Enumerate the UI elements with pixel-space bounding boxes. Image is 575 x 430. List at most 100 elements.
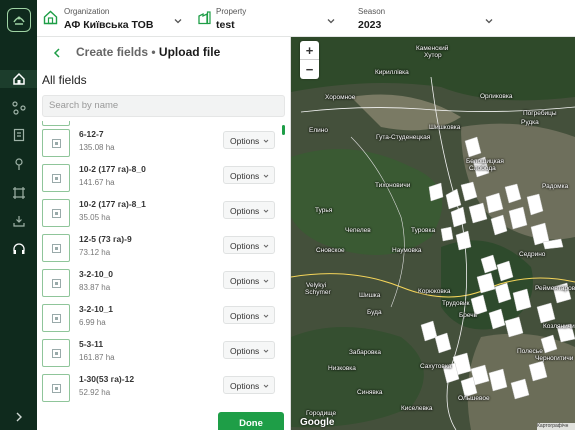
top-bar: Organization АФ Київська ТОВ Property te… <box>37 0 575 37</box>
map-place-label: Радомка <box>542 183 569 190</box>
map-place-label: Седрино <box>519 251 546 258</box>
property-value: test <box>216 19 235 31</box>
list-scrollbar[interactable] <box>282 125 285 135</box>
list-item[interactable]: 12-5 (73 га)-9 73.12 ha Options <box>37 234 290 269</box>
field-area: 52.92 ha <box>79 388 111 397</box>
nav-location-icon[interactable] <box>10 155 27 172</box>
list-item[interactable]: 6-12-7 135.08 ha Options <box>37 129 290 164</box>
field-shape-icon <box>51 278 61 288</box>
map-place-label: Киселевка <box>401 405 433 412</box>
map-place-label: Забаровка <box>349 349 382 356</box>
map-place-label: Белошицкая <box>466 158 504 165</box>
field-thumbnail <box>42 269 70 297</box>
season-value: 2023 <box>358 19 382 31</box>
map-place-label: Трудовик <box>442 300 470 307</box>
chevron-down-icon <box>263 209 269 213</box>
list-item[interactable]: 10-2 (177 га)-8_1 35.05 ha Options <box>37 199 290 234</box>
field-thumbnail <box>42 129 70 157</box>
options-button[interactable]: Options <box>223 306 275 324</box>
all-fields-heading: All fields <box>42 73 87 87</box>
field-area: 35.05 ha <box>79 213 111 222</box>
map-place-label: Орликовка <box>480 93 513 100</box>
back-arrow-icon[interactable] <box>51 46 63 58</box>
nav-import-icon[interactable] <box>10 212 27 229</box>
field-thumbnail <box>42 121 70 126</box>
list-item[interactable]: 5-3-11 161.87 ha Options <box>37 339 290 374</box>
nav-support-icon[interactable] <box>10 240 27 257</box>
field-name: 3-2-10_1 <box>79 304 114 314</box>
map-place-label: Козляничи <box>543 323 575 330</box>
options-button[interactable]: Options <box>223 131 275 149</box>
field-shape-icon <box>51 243 61 253</box>
list-item[interactable]: 3-2-10_0 83.87 ha Options <box>37 269 290 304</box>
list-item[interactable]: 10-2 (177 га)-8_0 141.67 ha Options <box>37 164 290 199</box>
nav-home-icon[interactable] <box>0 70 37 88</box>
options-button[interactable]: Options <box>223 236 275 254</box>
property-label: Property <box>216 7 247 16</box>
map-place-label: Слобода <box>469 165 496 172</box>
zoom-out-button[interactable]: − <box>300 60 319 79</box>
field-thumbnail <box>42 374 70 402</box>
zoom-control: + − <box>300 41 319 79</box>
map-place-label: Шишка <box>359 292 381 299</box>
list-item[interactable]: 1-30(53 га)-12 52.92 ha Options <box>37 374 290 409</box>
map-place-label: Погребицы <box>523 110 557 117</box>
options-label: Options <box>230 276 260 286</box>
options-label: Options <box>230 206 260 216</box>
app-sidebar <box>0 0 37 430</box>
map-attribution[interactable]: Картографічн <box>537 423 575 430</box>
chevron-down-icon <box>263 314 269 318</box>
organization-selector[interactable]: Organization АФ Київська ТОВ <box>37 0 187 37</box>
field-area: 161.87 ha <box>79 353 115 362</box>
panel-header: Create fields • Upload file <box>37 37 290 69</box>
options-button[interactable]: Options <box>223 166 275 184</box>
field-thumbnail <box>42 234 70 262</box>
season-selector[interactable]: Season 2023 <box>355 0 495 37</box>
field-thumbnail <box>42 304 70 332</box>
map-place-label: Чепелев <box>345 227 371 234</box>
field-shape-icon <box>51 383 61 393</box>
map-place-label: Кириллівка <box>375 69 409 76</box>
zoom-in-button[interactable]: + <box>300 41 319 60</box>
chevron-down-icon <box>173 13 183 24</box>
app-logo[interactable] <box>7 8 31 32</box>
map-place-label: Гута-Студенецкая <box>376 134 431 141</box>
options-button[interactable]: Options <box>223 201 275 219</box>
field-name: 10-2 (177 га)-8_1 <box>79 199 146 209</box>
property-selector[interactable]: Property test <box>193 0 335 37</box>
field-list[interactable]: 6-12-7 135.08 ha Options 10-2 (177 га)-8_0 1… <box>37 121 290 411</box>
expand-sidebar-chevron-icon[interactable] <box>10 408 27 425</box>
search-input[interactable]: Search by name <box>42 95 285 117</box>
options-button[interactable]: Options <box>223 271 275 289</box>
options-button[interactable]: Options <box>223 376 275 394</box>
list-item[interactable]: 3-2-10_1 6.99 ha Options <box>37 304 290 339</box>
options-label: Options <box>230 346 260 356</box>
organization-value: АФ Київська ТОВ <box>64 19 154 31</box>
map-place-label: Schymer <box>305 289 331 296</box>
field-area: 6.99 ha <box>79 318 106 327</box>
chevron-down-icon <box>263 139 269 143</box>
map-place-label: Рудка <box>521 119 539 126</box>
satellite-map[interactable]: Каменский Хутор Кириллівка Хоромное Орликовк… <box>291 37 575 430</box>
field-thumbnail <box>42 339 70 367</box>
field-name: 6-12-7 <box>79 129 104 139</box>
organization-label: Organization <box>64 7 110 16</box>
options-label: Options <box>230 311 260 321</box>
map-place-label: Буда <box>367 309 382 316</box>
field-name: 5-3-11 <box>79 339 104 349</box>
map-place-label: Шишковка <box>429 124 461 131</box>
nav-scouting-icon[interactable] <box>10 99 27 116</box>
map-place-label: Сновское <box>316 247 345 254</box>
nav-notes-icon[interactable] <box>10 126 27 143</box>
field-name: 3-2-10_0 <box>79 269 114 279</box>
field-shape-icon <box>51 208 61 218</box>
map-place-label: Ольшевое <box>458 395 490 402</box>
done-button[interactable]: Done <box>218 412 284 430</box>
options-button[interactable]: Options <box>223 341 275 359</box>
map-place-label: Сахутовка <box>420 363 452 370</box>
map-place-label: Полесье <box>517 348 543 355</box>
season-label: Season <box>358 7 386 16</box>
map-place-label: Тихоновичи <box>375 182 411 189</box>
field-shape-icon <box>51 138 61 148</box>
nav-fields-icon[interactable] <box>10 184 27 201</box>
